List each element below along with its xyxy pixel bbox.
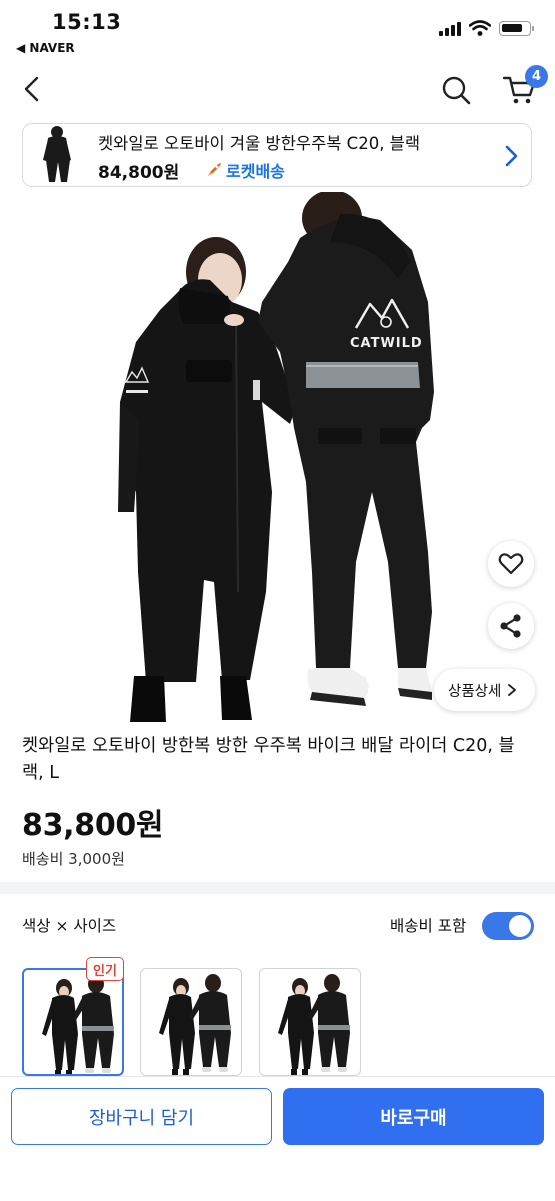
heart-icon — [498, 553, 524, 575]
card-product-thumbnail — [43, 126, 71, 182]
option-thumbnail-image — [159, 974, 231, 1075]
wifi-icon — [469, 20, 491, 36]
option-thumbnail-3[interactable] — [259, 968, 361, 1076]
rocket-delivery-label: 로켓배송 — [226, 162, 285, 181]
add-to-cart-button[interactable]: 장바구니 담기 — [11, 1088, 272, 1145]
model-man: CATWILD — [258, 192, 434, 706]
chevron-right-icon — [508, 684, 517, 696]
include-shipping-toggle[interactable] — [482, 912, 534, 940]
product-hero-image[interactable]: CATWILD — [0, 192, 555, 727]
back-to-app-link[interactable]: ◀ NAVER — [16, 41, 75, 55]
rocket-delivery-badge: 로켓배송 — [205, 158, 285, 182]
cart-count-badge: 4 — [525, 65, 548, 88]
option-thumbnail-1[interactable] — [22, 968, 124, 1076]
battery-icon — [499, 20, 534, 36]
include-shipping-label: 배송비 포함 — [390, 917, 467, 935]
shipping-fee: 배송비 3,000원 — [22, 850, 125, 868]
wishlist-button[interactable] — [488, 541, 534, 587]
status-icons — [439, 20, 534, 36]
rocket-icon — [208, 163, 221, 176]
product-detail-button[interactable]: 상품상세 — [434, 669, 536, 711]
popular-badge: 인기 — [86, 957, 124, 981]
status-time: 15:13 — [52, 10, 122, 34]
product-detail-label: 상품상세 — [448, 683, 502, 700]
card-product-price: 84,800원 — [98, 163, 180, 183]
share-icon — [500, 614, 521, 638]
option-thumbnail-2[interactable] — [140, 968, 242, 1076]
share-button[interactable] — [488, 603, 534, 649]
back-arrow-icon[interactable] — [18, 74, 48, 104]
buy-now-button[interactable]: 바로구매 — [283, 1088, 544, 1145]
back-logo-text: CATWILD — [350, 336, 423, 351]
option-label: 색상 × 사이즈 — [22, 917, 117, 935]
product-price: 83,800원 — [22, 808, 164, 843]
signal-icon — [439, 21, 461, 36]
section-divider — [0, 882, 555, 894]
product-title: 켓와일로 오토바이 방한복 방한 우주복 바이크 배달 라이더 C20, 블랙,… — [22, 736, 515, 783]
chevron-right-icon[interactable] — [502, 144, 520, 168]
toggle-knob — [509, 915, 531, 937]
search-icon[interactable] — [440, 74, 472, 106]
option-thumbnail-image — [42, 975, 114, 1074]
card-product-title: 켓와일로 오토바이 겨울 방한우주복 C20, 블랙 — [98, 134, 421, 153]
option-thumbnail-image — [278, 974, 350, 1075]
